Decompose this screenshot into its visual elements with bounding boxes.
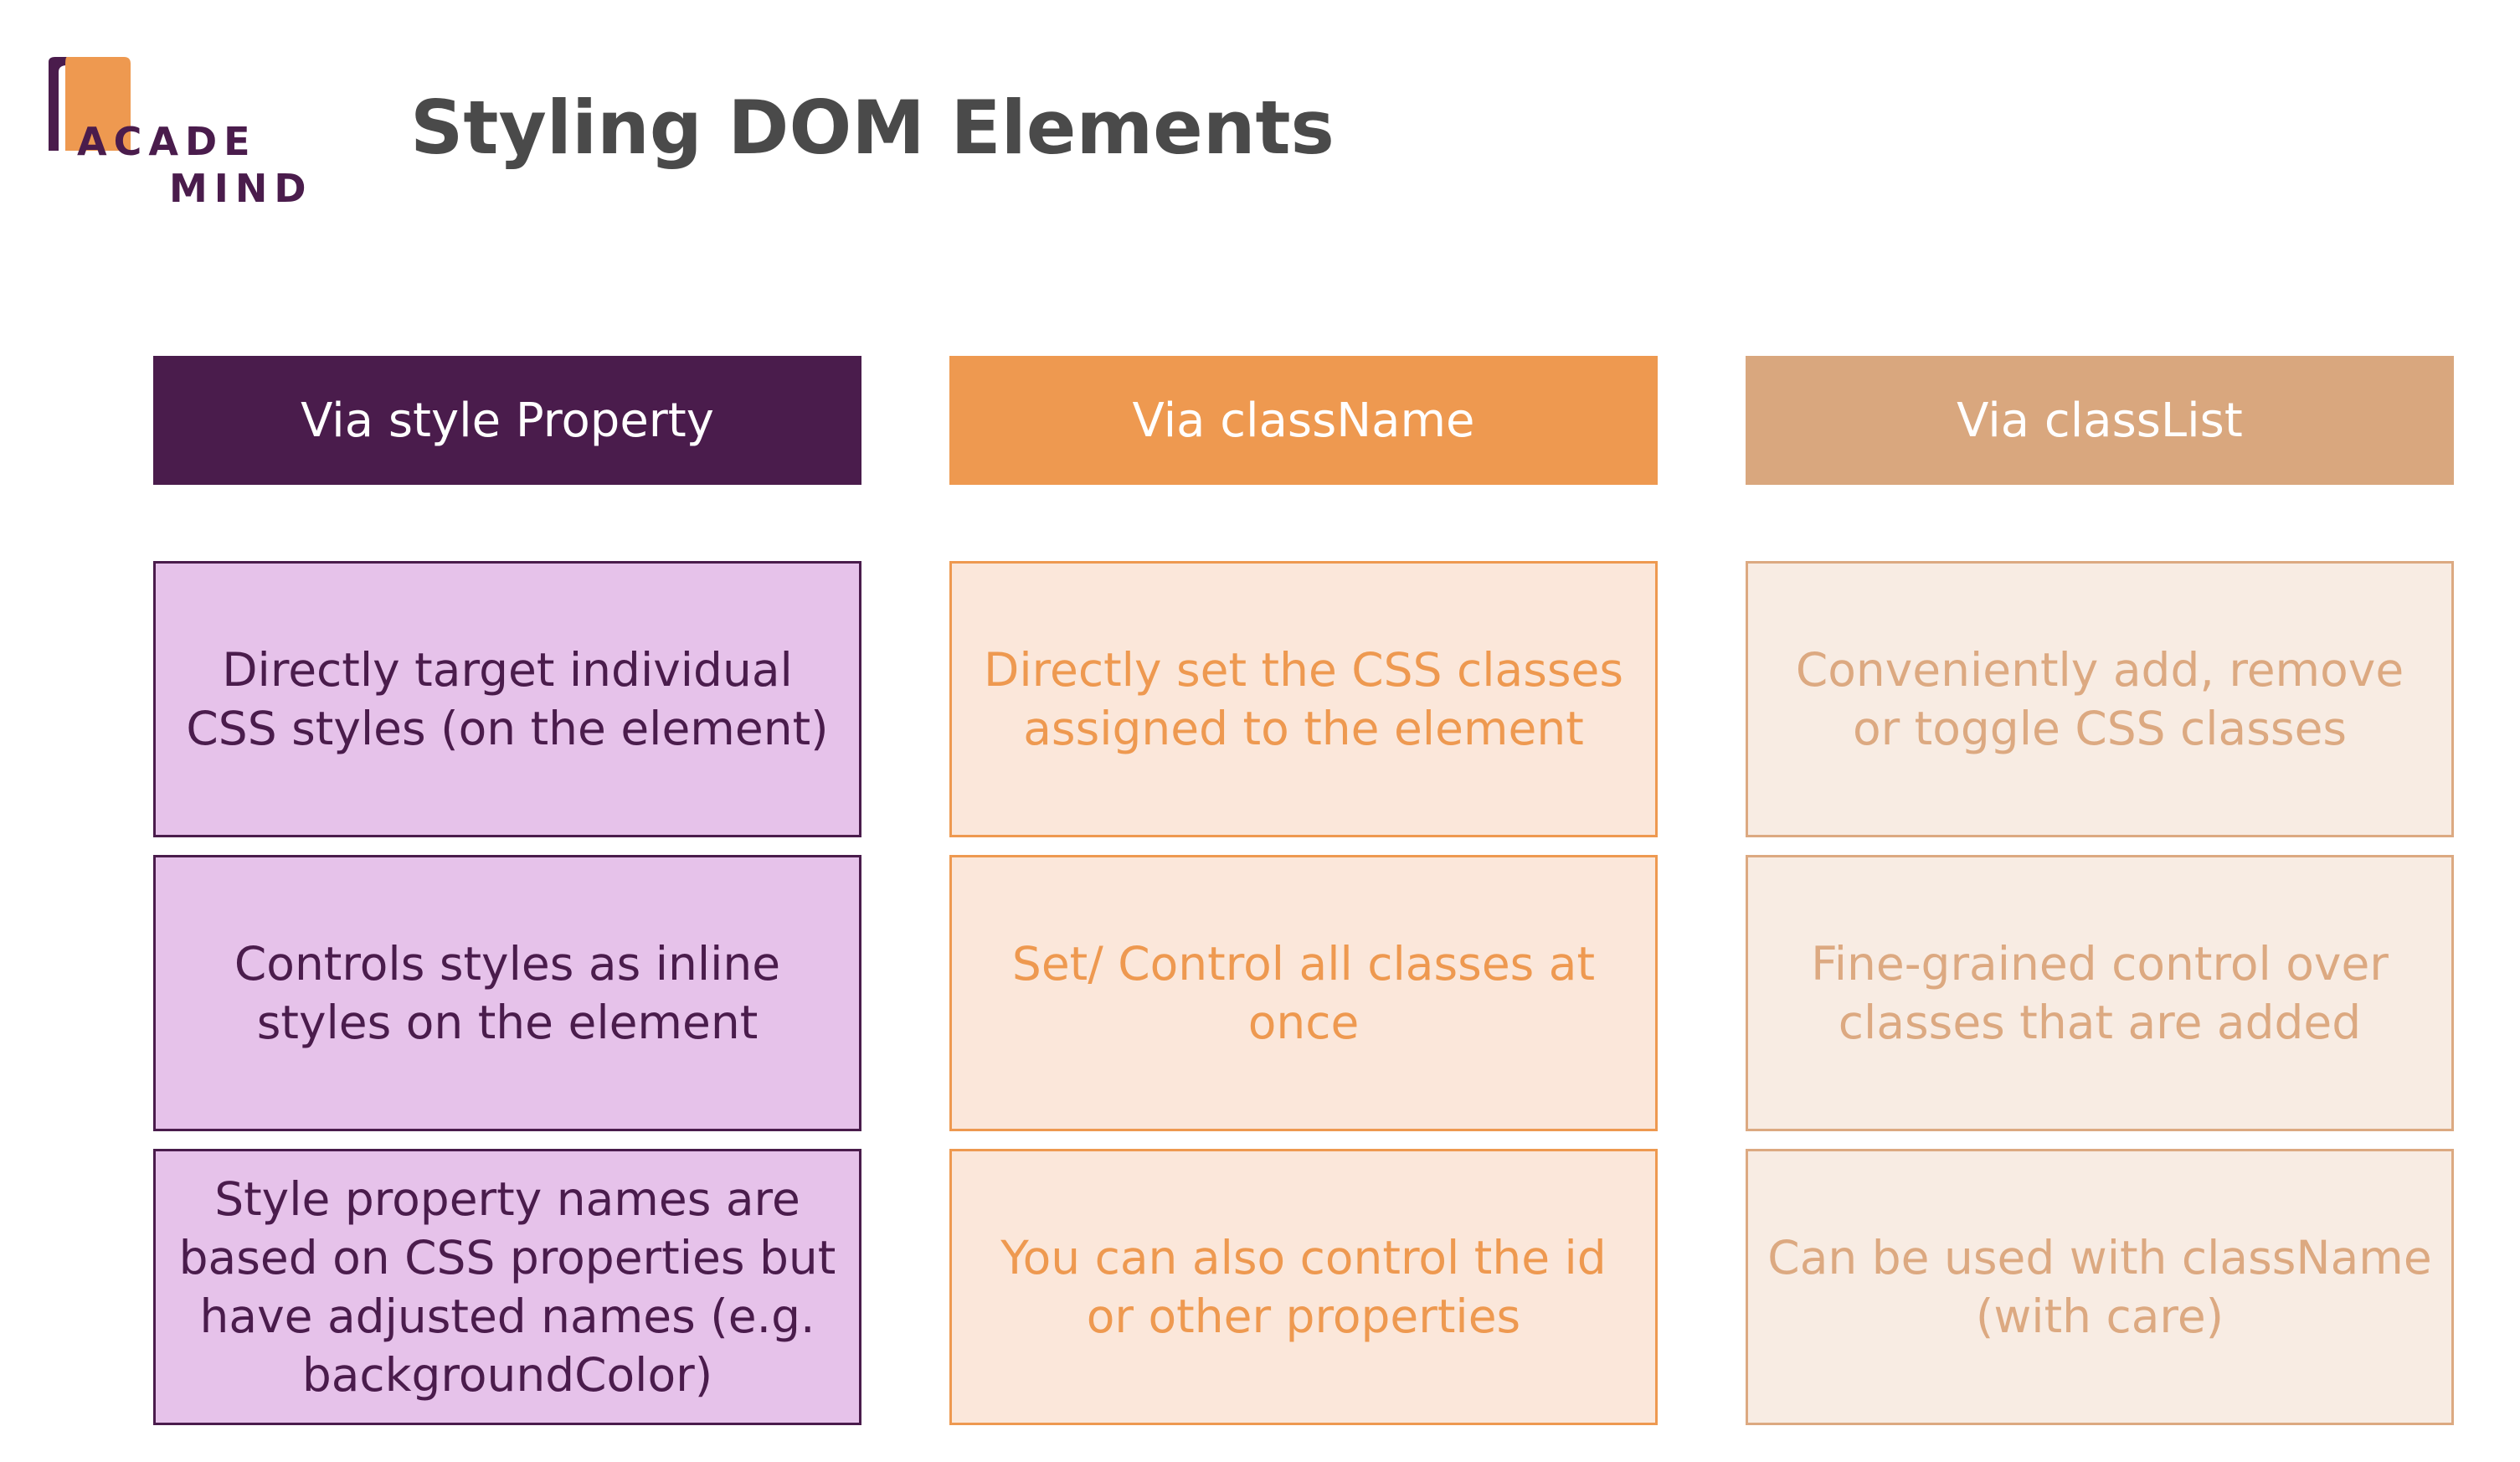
column-cell: Style property names are based on CSS pr… — [153, 1149, 861, 1425]
column-cell: Fine-grained control over classes that a… — [1746, 855, 2454, 1131]
column-header: Via className — [949, 356, 1658, 485]
column-cell: Directly set the CSS classes assigned to… — [949, 561, 1658, 837]
column-cell: Set/ Control all classes at once — [949, 855, 1658, 1131]
column-cell: Can be used with className (with care) — [1746, 1149, 2454, 1425]
column-cell: You can also control the id or other pro… — [949, 1149, 1658, 1425]
logo-text-acade: ACADE — [77, 119, 257, 164]
column-header: Via style Property — [153, 356, 861, 485]
column-cell: Directly target individual CSS styles (o… — [153, 561, 861, 837]
academind-logo: ACADE MIND — [47, 57, 315, 216]
logo-text-mind: MIND — [169, 166, 313, 211]
column-cell: Controls styles as inline styles on the … — [153, 855, 861, 1131]
comparison-grid: Via style Property Directly target indiv… — [153, 356, 2454, 1428]
page-title: Styling DOM Elements — [410, 85, 1335, 171]
column-header: Via classList — [1746, 356, 2454, 485]
column-cell: Conveniently add, remove or toggle CSS c… — [1746, 561, 2454, 837]
